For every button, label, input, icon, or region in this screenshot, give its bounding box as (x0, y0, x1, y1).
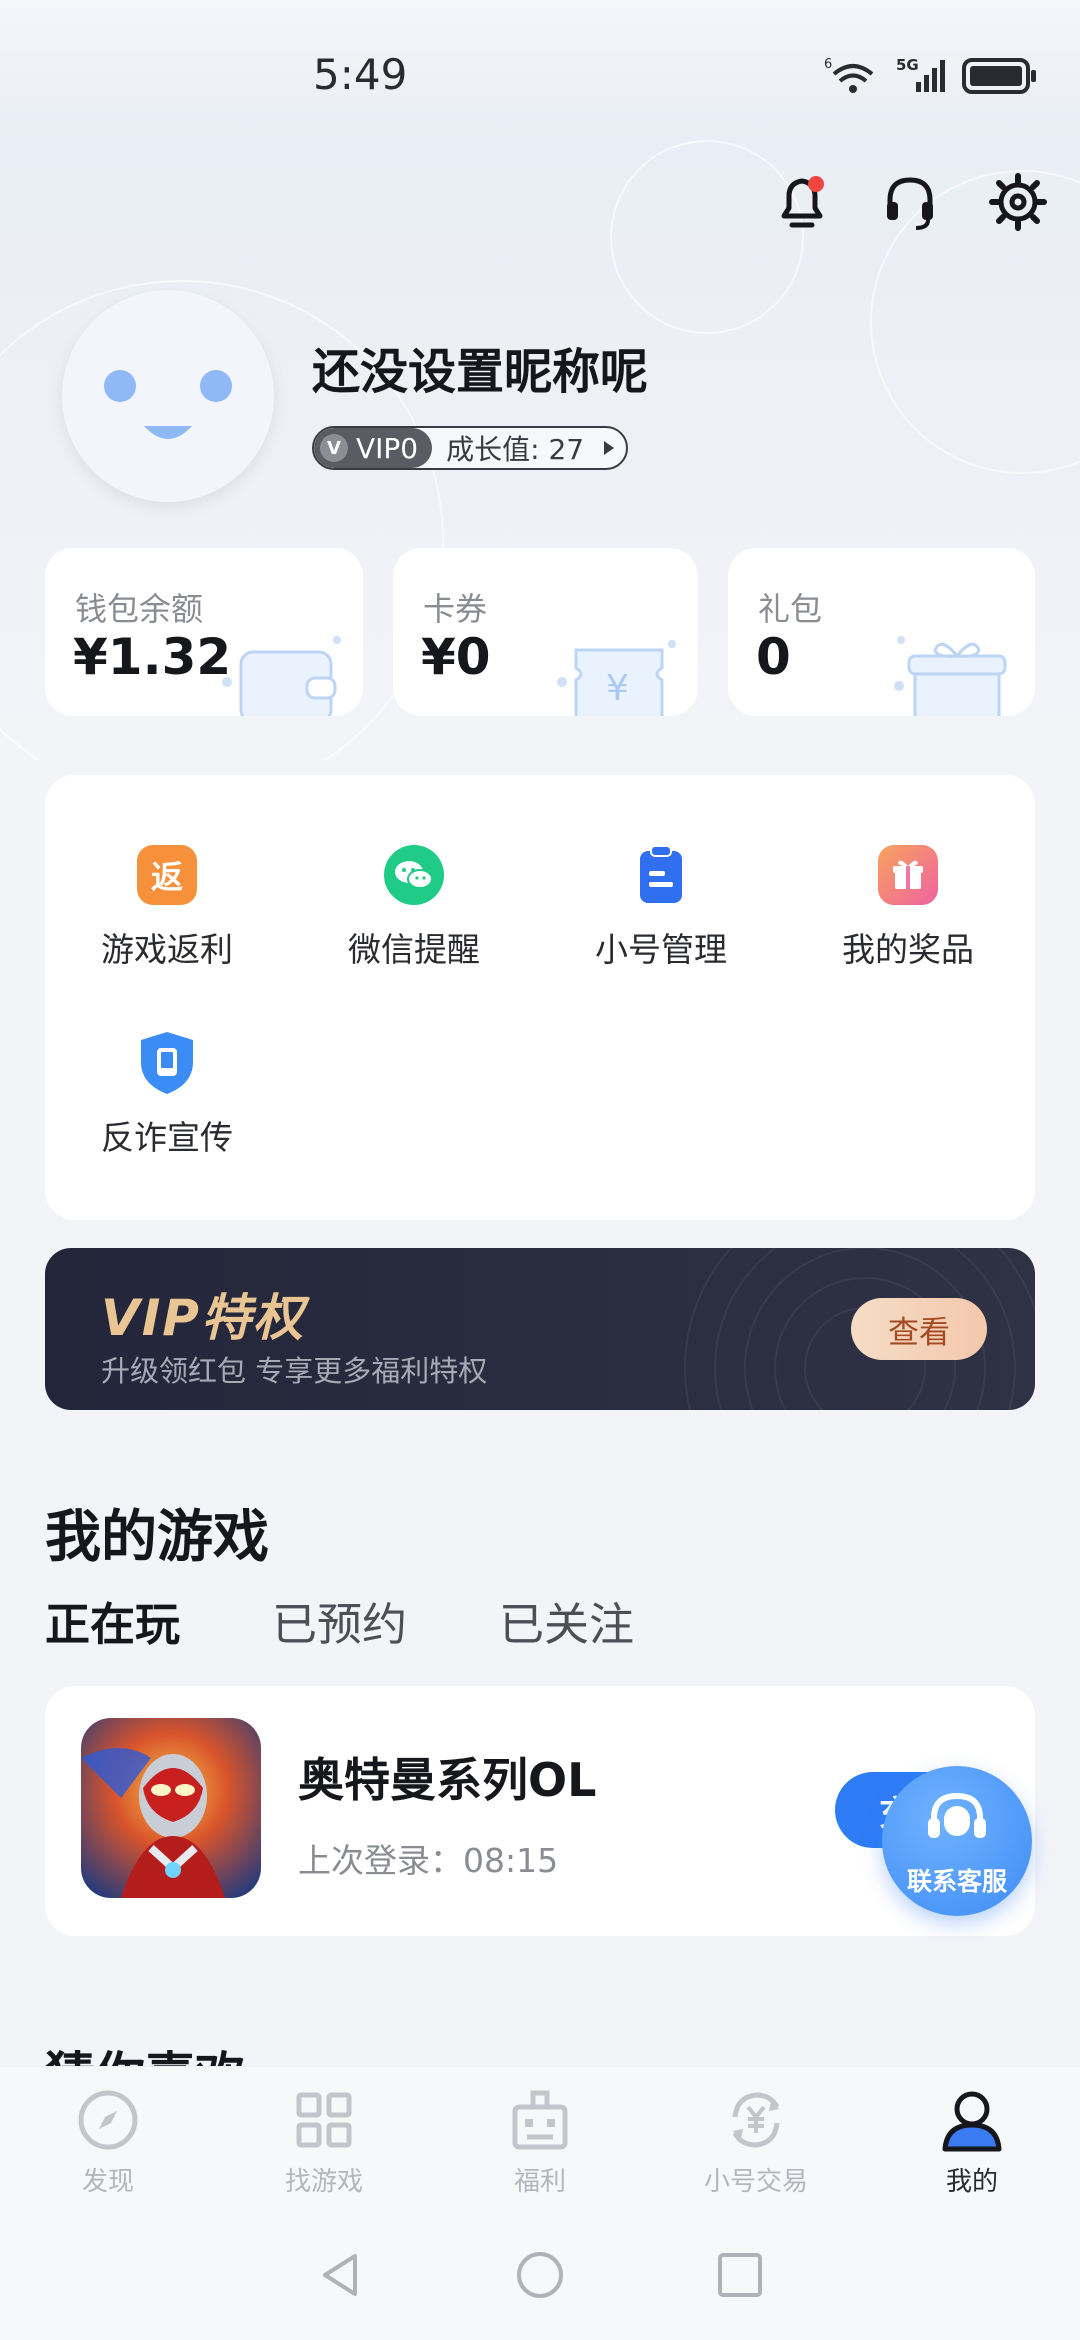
wallet-icon (222, 636, 341, 716)
notification-bell-icon[interactable] (770, 170, 834, 234)
coupon-icon: ¥ (557, 640, 676, 716)
game-name: 奥特曼系列OL (298, 1753, 597, 1807)
tab-followed[interactable]: 已关注 (499, 1588, 634, 1653)
menu-item-alt-account[interactable]: 小号管理 (561, 845, 761, 971)
nav-welfare[interactable]: 福利 (432, 2067, 648, 2211)
menu-item-label: 小号管理 (595, 930, 727, 969)
gift-box-icon (894, 636, 1007, 716)
user-icon (942, 2091, 1002, 2152)
default-face-icon (104, 370, 232, 439)
coupon-glyph: ¥ (606, 668, 629, 709)
rebate-icon: 返 (137, 845, 197, 905)
growth-text: 成长值: 27 (446, 433, 585, 466)
service-menu: 返 游戏返利 微信提醒 小号管理 我的奖品 反诈宣传 (45, 775, 1035, 1220)
avatar[interactable] (62, 290, 274, 502)
coupon-value: ¥0 (421, 628, 491, 686)
customer-service-label: 联系客服 (906, 1867, 1007, 1896)
vip-privilege-banner[interactable]: VIP特权 升级领红包 专享更多福利特权 查看 (45, 1248, 1035, 1410)
home-circle-icon[interactable] (515, 2250, 565, 2300)
menu-item-label: 我的奖品 (842, 930, 974, 969)
signal-badge: 5G (896, 56, 919, 74)
nav-discover[interactable]: 发现 (0, 2067, 216, 2211)
gift-value: 0 (756, 628, 791, 686)
wallet-value: ¥1.32 (73, 628, 232, 686)
menu-item-label: 反诈宣传 (101, 1118, 233, 1157)
my-games-tabs: 正在玩 已预约 已关注 (45, 1588, 634, 1653)
wifi-badge: 6 (824, 57, 832, 72)
status-icons: 6 5G (824, 56, 1038, 96)
coupon-label: 卡券 (423, 590, 488, 628)
wallet-label: 钱包余额 (75, 590, 204, 628)
grid-icon (296, 2092, 352, 2148)
nav-label: 我的 (945, 2167, 998, 2197)
vip-badge-icon: V (320, 434, 348, 462)
menu-item-label: 微信提醒 (348, 930, 480, 969)
welfare-icon (512, 2090, 568, 2150)
menu-item-anti-fraud[interactable]: 反诈宣传 (67, 1032, 267, 1159)
status-time: 5:49 (313, 50, 408, 99)
system-navigation-bar (0, 2210, 1080, 2340)
vip-level: VIP0 (356, 431, 419, 465)
menu-item-wechat-reminder[interactable]: 微信提醒 (314, 845, 514, 971)
game-thumbnail (81, 1718, 261, 1898)
vip-banner-subtitle: 升级领红包 专享更多福利特权 (101, 1354, 488, 1388)
coupon-card[interactable]: 卡券 ¥0 ¥ (393, 548, 698, 716)
arrow-right-icon (604, 441, 615, 455)
nav-label: 发现 (81, 2167, 134, 2197)
recents-square-icon[interactable] (715, 2250, 765, 2300)
header-actions (770, 170, 1050, 234)
menu-item-my-prizes[interactable]: 我的奖品 (808, 845, 1008, 971)
signal-icon: 5G (896, 56, 945, 92)
status-bar: 5:49 6 5G (0, 0, 1080, 140)
vip-view-button[interactable]: 查看 (851, 1298, 987, 1360)
nav-account-trade[interactable]: 小号交易 (648, 2067, 864, 2211)
trade-icon (732, 2092, 780, 2148)
game-last-login: 上次登录：08:15 (298, 1841, 559, 1880)
wallet-card[interactable]: 钱包余额 ¥1.32 (45, 548, 363, 716)
customer-service-headset-icon[interactable] (878, 170, 942, 234)
headset-icon (928, 1792, 986, 1838)
compass-icon (78, 2090, 138, 2150)
tab-reserved[interactable]: 已预约 (272, 1588, 407, 1653)
vip-level-tag: V VIP0 (314, 428, 433, 468)
clipboard-icon (631, 845, 691, 905)
asset-cards: 钱包余额 ¥1.32 卡券 ¥0 ¥ 礼包 0 (45, 548, 1035, 716)
nickname[interactable]: 还没设置昵称呢 (312, 332, 648, 402)
vip-banner-title: VIP特权 (101, 1289, 305, 1347)
nav-label: 小号交易 (703, 2167, 808, 2197)
nav-label: 找游戏 (284, 2167, 363, 2197)
my-games-title: 我的游戏 (45, 1505, 269, 1570)
growth-value: 成长值: 27 (432, 428, 626, 468)
battery-icon (962, 58, 1036, 94)
floating-customer-service-button[interactable]: 联系客服 (882, 1766, 1032, 1916)
menu-item-game-rebate[interactable]: 返 游戏返利 (67, 845, 267, 971)
nav-mine[interactable]: 我的 (864, 2067, 1080, 2211)
prize-gift-icon (878, 845, 938, 905)
game-list-item[interactable]: 奥特曼系列OL 上次登录：08:15 充 (45, 1686, 1035, 1936)
wechat-icon (384, 845, 444, 905)
gift-label: 礼包 (758, 590, 823, 628)
nav-find-games[interactable]: 找游戏 (216, 2067, 432, 2211)
menu-item-label: 游戏返利 (101, 930, 233, 969)
vip-growth-pill[interactable]: V VIP0 成长值: 27 (312, 426, 629, 470)
nav-label: 福利 (513, 2167, 566, 2197)
shield-phone-icon (137, 1032, 197, 1094)
tab-playing[interactable]: 正在玩 (45, 1588, 180, 1653)
bottom-navigation: 发现 找游戏 福利 小号交易 我的 (0, 2066, 1080, 2211)
back-triangle-icon[interactable] (315, 2250, 365, 2300)
settings-gear-icon[interactable] (986, 170, 1050, 234)
gift-card[interactable]: 礼包 0 (728, 548, 1035, 716)
wifi-icon: 6 (824, 57, 874, 93)
